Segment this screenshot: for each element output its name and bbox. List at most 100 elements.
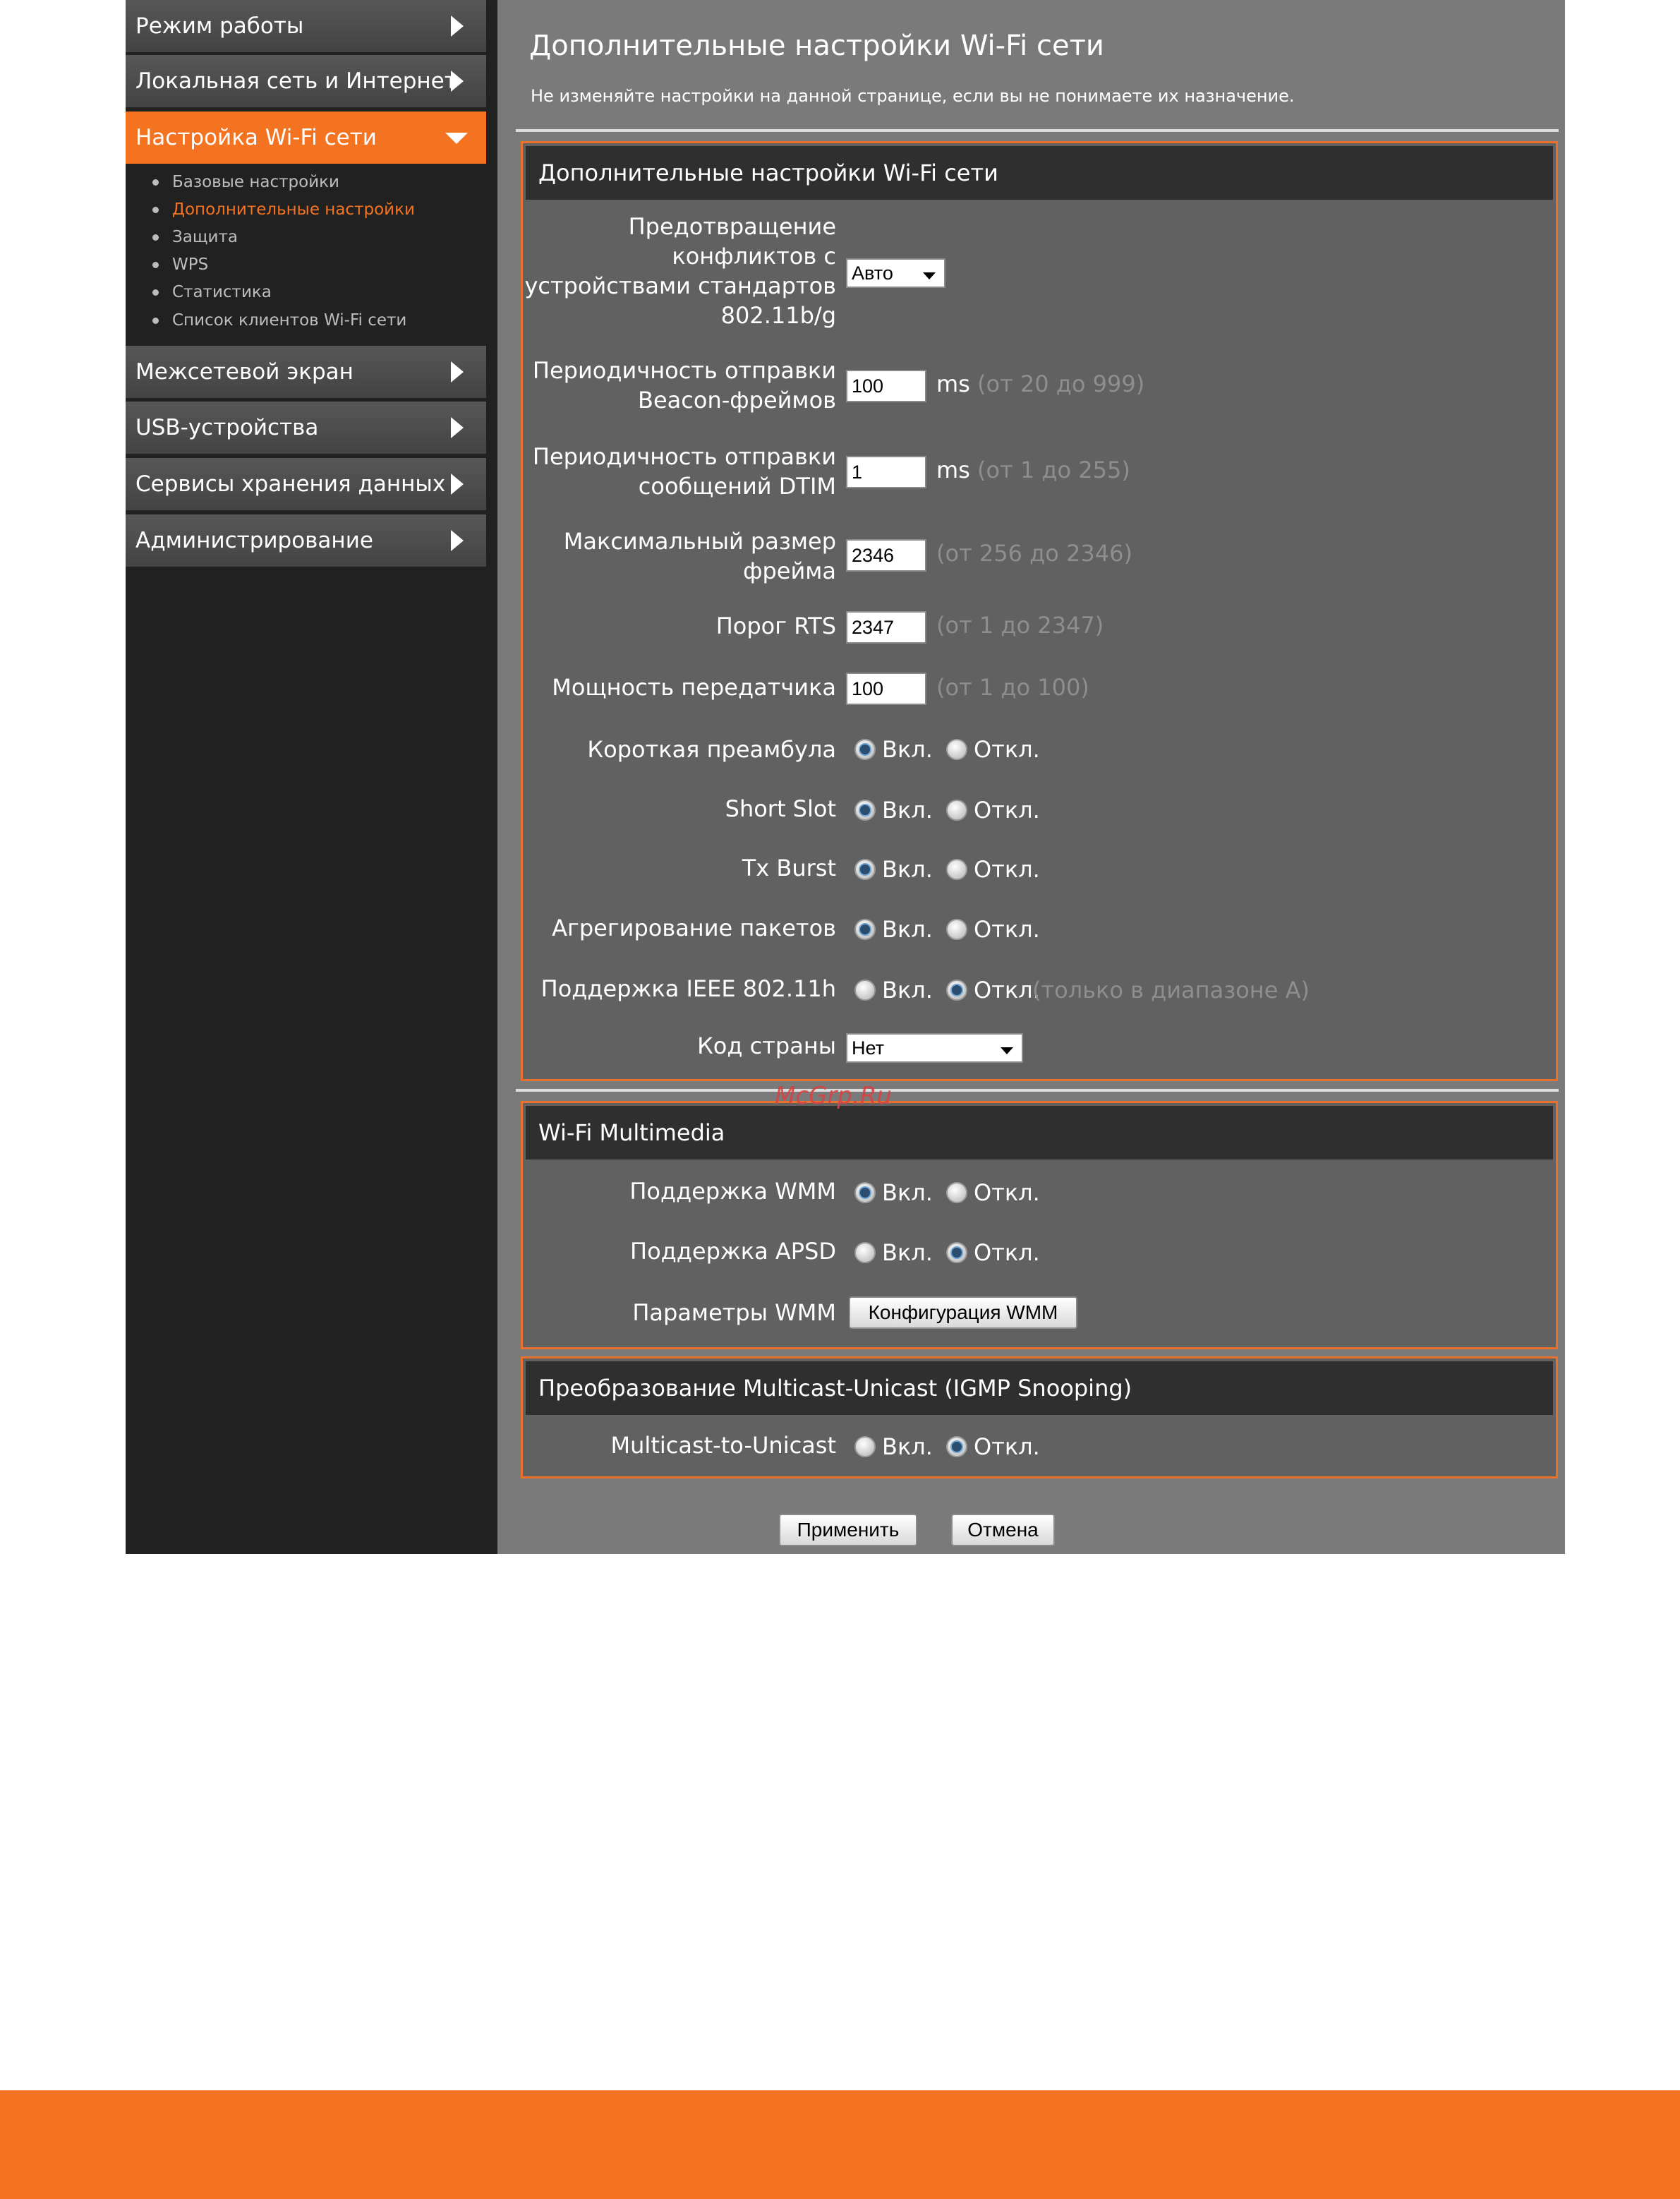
ieee80211h-off-radio[interactable] — [946, 980, 967, 1001]
subnav-label: Статистика — [172, 283, 272, 301]
aggregation-off-radio[interactable] — [946, 919, 967, 940]
frame-size-input[interactable]: 2346 — [846, 539, 926, 572]
nav-item-label: Администрирование — [135, 528, 373, 553]
tx-power-input[interactable]: 100 — [846, 673, 926, 705]
page-subtitle: Не изменяйте настройки на данной страниц… — [531, 86, 1295, 106]
main-content: Дополнительные настройки Wi-Fi сети Не и… — [497, 0, 1565, 1554]
radio-label: Вкл. — [882, 856, 933, 883]
radio-label: Откл. — [974, 1433, 1040, 1460]
short-slot-on-radio[interactable] — [854, 800, 876, 821]
beacon-hint: (от 20 до 999) — [977, 370, 1145, 397]
divider — [516, 1089, 1559, 1092]
subnav-item-statistics[interactable]: Статистика — [152, 279, 272, 305]
select-value: Нет — [852, 1037, 884, 1059]
radio-label: Вкл. — [882, 736, 933, 763]
nav-item-mode[interactable]: Режим работы — [126, 0, 486, 52]
chevron-right-icon — [451, 361, 464, 382]
bullet-icon — [152, 179, 159, 186]
subnav-label: Защита — [172, 228, 238, 246]
rts-input[interactable]: 2347 — [846, 611, 926, 644]
footer-bar — [0, 2090, 1680, 2199]
dtim-label: Периодичность отправки сообщений DTIM — [532, 443, 836, 500]
short-slot-off-radio[interactable] — [946, 800, 967, 821]
chevron-down-icon — [923, 272, 936, 279]
apsd-label: Поддержка APSD — [630, 1238, 836, 1265]
country-label: Код страны — [697, 1032, 836, 1059]
nav-item-lan-internet[interactable]: Локальная сеть и Интернет — [126, 55, 486, 107]
nav-item-label: Локальная сеть и Интернет — [135, 68, 457, 94]
nav-item-admin[interactable]: Администрирование — [126, 514, 486, 567]
tx-burst-off-radio[interactable] — [946, 859, 967, 880]
radio-label: Откл. — [974, 736, 1040, 763]
cancel-button[interactable]: Отмена — [951, 1514, 1055, 1546]
wmm-on-radio[interactable] — [854, 1182, 876, 1203]
igmp-section: Преобразование Multicast-Unicast (IGMP S… — [521, 1356, 1558, 1478]
dtim-hint: (от 1 до 255) — [977, 457, 1130, 483]
nav-item-label: Режим работы — [135, 13, 304, 39]
page-title: Дополнительные настройки Wi-Fi сети — [529, 30, 1104, 62]
chevron-down-icon — [1001, 1047, 1013, 1054]
chevron-right-icon — [451, 71, 464, 92]
bullet-icon — [152, 262, 159, 268]
chevron-right-icon — [451, 474, 464, 495]
beacon-input[interactable]: 100 — [846, 370, 926, 402]
nav-item-wifi[interactable]: Настройка Wi-Fi сети — [126, 112, 486, 164]
radio-label: Вкл. — [882, 1433, 933, 1460]
preamble-off-radio[interactable] — [946, 739, 967, 760]
divider — [516, 129, 1559, 132]
radio-label: Вкл. — [882, 916, 933, 943]
ieee80211h-on-radio[interactable] — [854, 980, 876, 1001]
subnav-label: WPS — [172, 255, 209, 274]
aggregation-label: Агрегирование пакетов — [552, 915, 836, 941]
radio-label: Вкл. — [882, 977, 933, 1004]
preamble-label: Короткая преамбула — [587, 736, 836, 763]
country-select[interactable]: Нет — [846, 1033, 1023, 1063]
nav-item-label: Сервисы хранения данных — [135, 471, 446, 497]
protection-label: Предотвращение конфликтов с устройствами… — [524, 213, 836, 329]
subnav-item-security[interactable]: Защита — [152, 224, 238, 250]
nav-item-firewall[interactable]: Межсетевой экран — [126, 346, 486, 398]
wmm-section: Wi-Fi Multimedia Поддержка WMM Вкл. Откл… — [521, 1101, 1558, 1349]
radio-label: Вкл. — [882, 1179, 933, 1206]
m2u-on-radio[interactable] — [854, 1436, 876, 1457]
ieee80211h-hint: (только в диапазоне А) — [1032, 977, 1310, 1004]
wmm-params-label: Параметры WMM — [632, 1299, 836, 1326]
advanced-section: Дополнительные настройки Wi-Fi сети Пред… — [521, 141, 1558, 1081]
watermark: McGrp.Ru — [775, 1082, 892, 1110]
subnav-label: Дополнительные настройки — [172, 200, 415, 219]
frame-size-hint: (от 256 до 2346) — [936, 540, 1132, 567]
apsd-off-radio[interactable] — [946, 1242, 967, 1263]
nav-item-usb[interactable]: USB-устройства — [126, 402, 486, 454]
select-value: Авто — [852, 263, 893, 284]
aggregation-on-radio[interactable] — [854, 919, 876, 940]
radio-label: Откл. — [974, 1239, 1040, 1266]
subnav-label: Базовые настройки — [172, 173, 339, 191]
protection-select[interactable]: Авто — [846, 258, 945, 288]
tx-burst-on-radio[interactable] — [854, 859, 876, 880]
dtim-input[interactable]: 1 — [846, 456, 926, 488]
multicast-to-unicast-label: Multicast-to-Unicast — [610, 1432, 836, 1459]
bullet-icon — [152, 207, 159, 213]
preamble-on-radio[interactable] — [854, 739, 876, 760]
wmm-off-radio[interactable] — [946, 1182, 967, 1203]
radio-label: Вкл. — [882, 797, 933, 824]
radio-label: Откл. — [974, 916, 1040, 943]
subnav-item-clients[interactable]: Список клиентов Wi-Fi сети — [152, 308, 406, 333]
nav-item-storage[interactable]: Сервисы хранения данных — [126, 458, 486, 510]
radio-label: Откл. — [974, 977, 1040, 1004]
chevron-down-icon — [445, 133, 468, 144]
section-header: Преобразование Multicast-Unicast (IGMP S… — [526, 1361, 1553, 1415]
chevron-right-icon — [451, 530, 464, 551]
chevron-right-icon — [451, 16, 464, 37]
frame-size-label: Максимальный размер фрейма — [563, 528, 836, 584]
m2u-off-radio[interactable] — [946, 1436, 967, 1457]
subnav-item-wps[interactable]: WPS — [152, 252, 208, 277]
sidebar: Режим работы Локальная сеть и Интернет Н… — [126, 0, 497, 1554]
wmm-config-button[interactable]: Конфигурация WMM — [849, 1296, 1077, 1329]
subnav-item-advanced[interactable]: Дополнительные настройки — [152, 197, 415, 222]
bullet-icon — [152, 234, 159, 241]
apply-button[interactable]: Применить — [779, 1514, 917, 1546]
radio-label: Откл. — [974, 856, 1040, 883]
apsd-on-radio[interactable] — [854, 1242, 876, 1263]
subnav-item-basic[interactable]: Базовые настройки — [152, 169, 339, 195]
